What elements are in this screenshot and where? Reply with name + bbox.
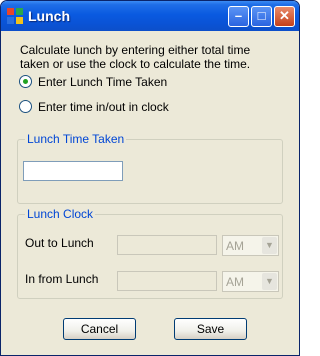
minimize-button[interactable]: –	[228, 6, 249, 27]
title-bar[interactable]: Lunch – □ ✕	[1, 1, 299, 31]
window-title: Lunch	[28, 8, 70, 24]
save-button[interactable]: Save	[174, 318, 247, 340]
chevron-down-icon[interactable]: ▼	[262, 237, 277, 254]
instructions-text: Calculate lunch by entering either total…	[20, 43, 251, 71]
dialog-body: Calculate lunch by entering either total…	[5, 31, 295, 351]
minimize-icon: –	[234, 8, 243, 23]
out-to-lunch-input[interactable]	[117, 235, 217, 255]
cancel-button[interactable]: Cancel	[63, 318, 136, 340]
close-icon: ✕	[279, 8, 290, 23]
out-ampm-select[interactable]: AM ▼	[222, 235, 279, 256]
radio-selected-dot	[23, 79, 28, 84]
lunch-window: Lunch – □ ✕ Calculate lunch by entering …	[0, 0, 300, 356]
out-to-lunch-label: Out to Lunch	[25, 236, 94, 250]
lunch-time-taken-radio[interactable]	[19, 75, 32, 88]
in-ampm-select[interactable]: AM ▼	[222, 271, 279, 292]
lunch-time-taken-label[interactable]: Enter Lunch Time Taken	[38, 75, 167, 89]
clock-radio[interactable]	[19, 100, 32, 113]
lunch-clock-group-title: Lunch Clock	[25, 207, 96, 221]
in-from-lunch-input[interactable]	[117, 271, 217, 291]
in-from-lunch-label: In from Lunch	[25, 272, 99, 286]
out-ampm-value: AM	[226, 239, 244, 253]
in-ampm-value: AM	[226, 275, 244, 289]
clock-radio-label[interactable]: Enter time in/out in clock	[38, 100, 169, 114]
maximize-icon: □	[257, 8, 266, 23]
lunch-time-taken-group-title: Lunch Time Taken	[25, 132, 127, 146]
chevron-down-icon[interactable]: ▼	[262, 273, 277, 290]
time-taken-input[interactable]	[23, 161, 123, 181]
app-icon	[7, 8, 23, 24]
close-button[interactable]: ✕	[274, 6, 295, 27]
maximize-button[interactable]: □	[251, 6, 272, 27]
